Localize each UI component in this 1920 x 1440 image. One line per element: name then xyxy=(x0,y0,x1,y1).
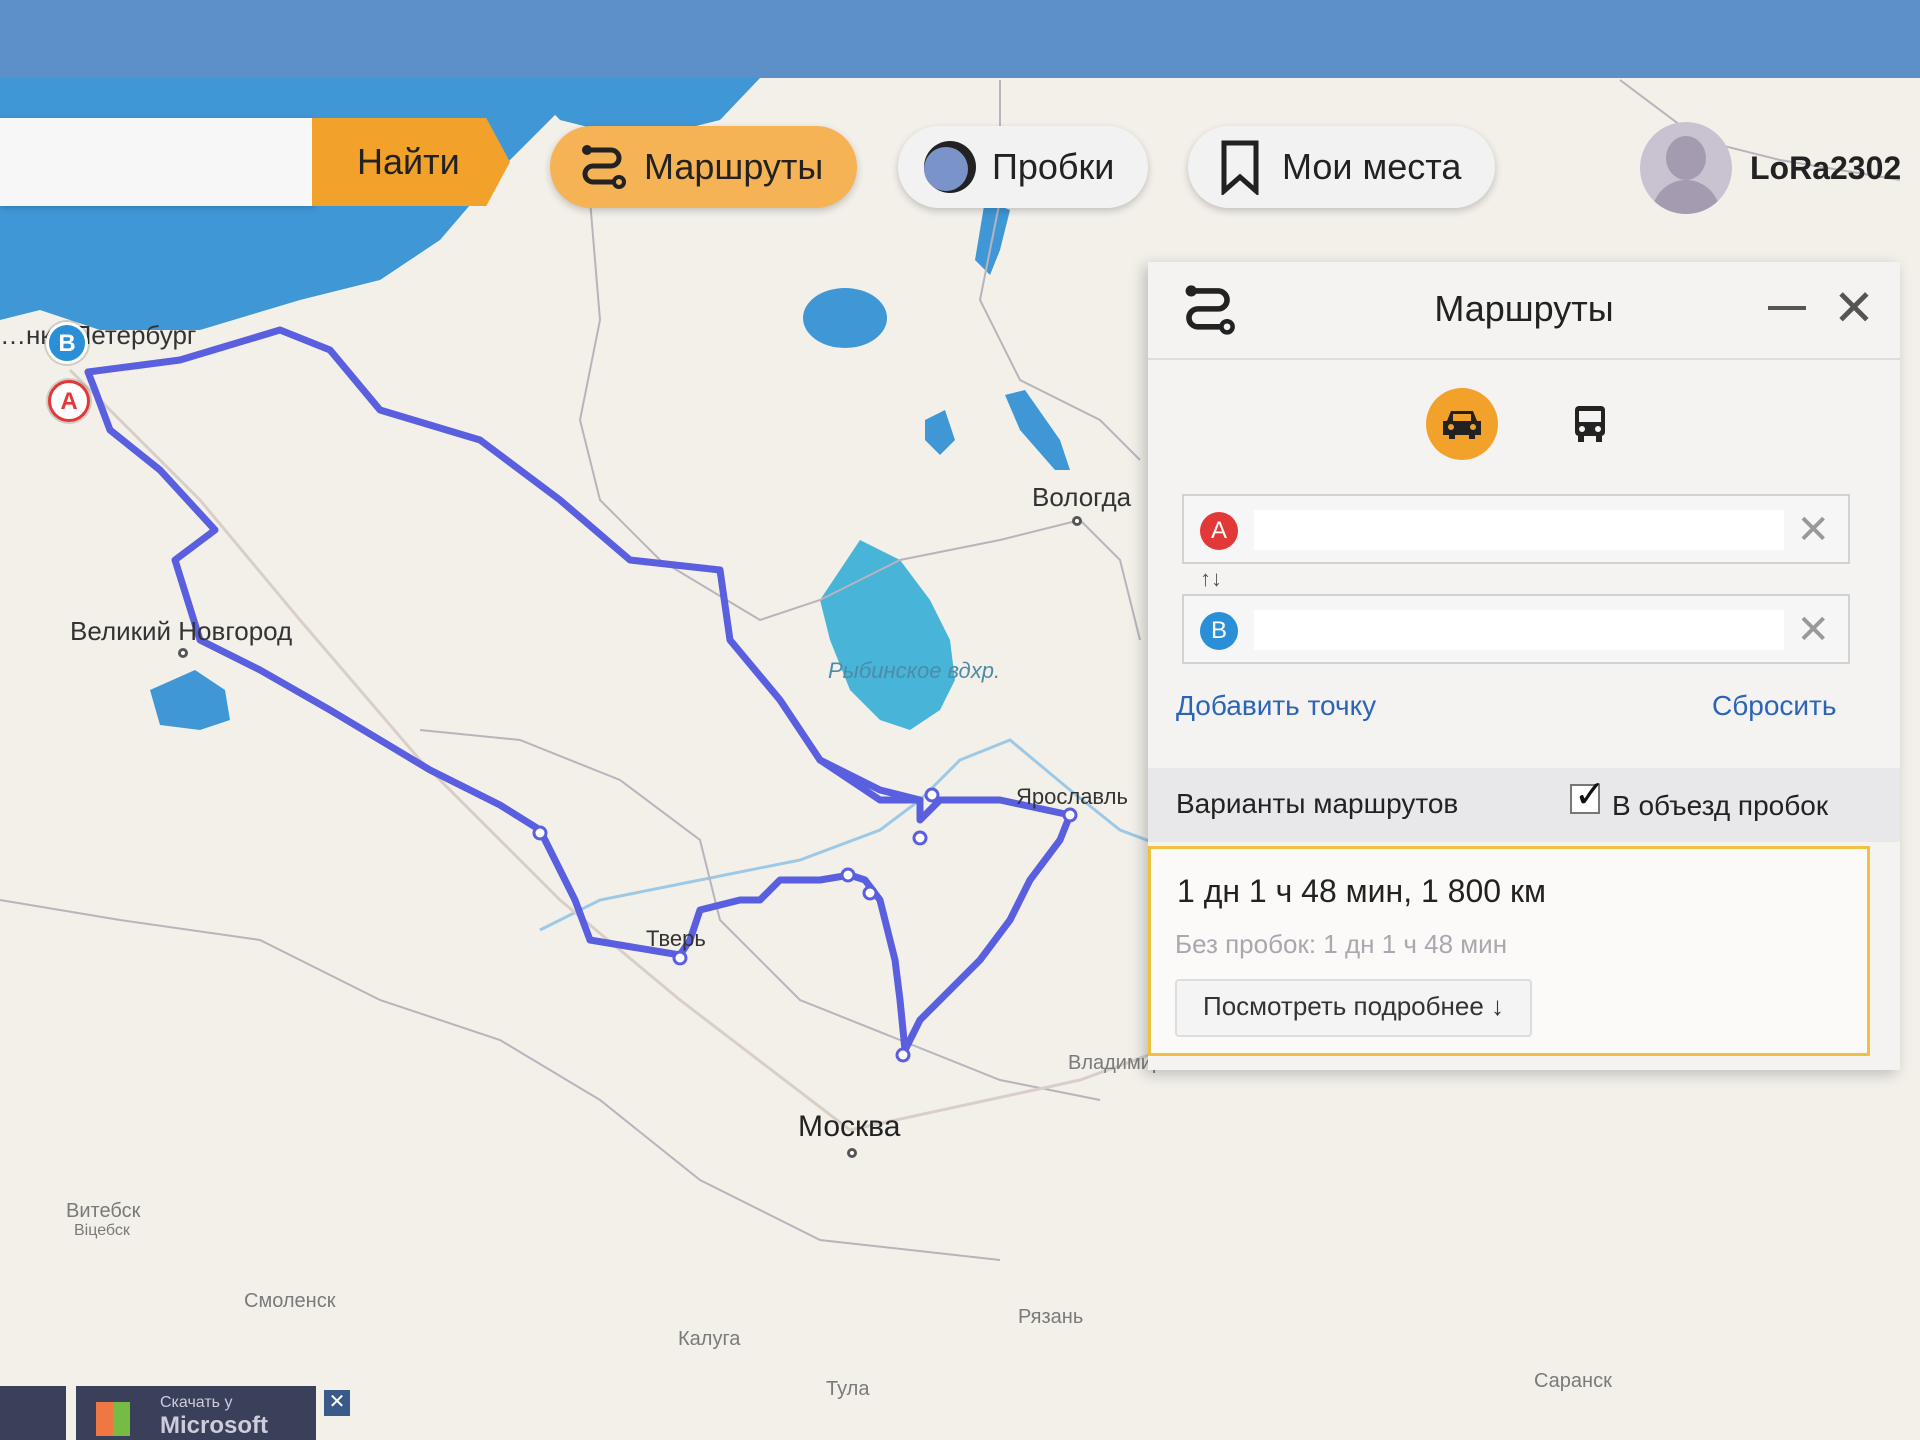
avoid-traffic-checkbox[interactable] xyxy=(1570,772,1606,817)
route-pin-a[interactable]: A xyxy=(48,380,90,422)
avoid-traffic-label[interactable]: В объезд пробок xyxy=(1612,790,1828,822)
route-summary: 1 дн 1 ч 48 мин, 1 800 км xyxy=(1177,873,1546,909)
point-b-marker: B xyxy=(1200,612,1238,650)
my-places-button[interactable]: Мои места xyxy=(1188,126,1496,208)
top-toolbar: Найти Маршруты Пробки Мои места LoRa2302 xyxy=(0,112,1920,222)
route-variants-label: Варианты маршрутов xyxy=(1176,788,1459,819)
windows-logo-icon xyxy=(96,1402,130,1436)
city-ryazan: Рязань xyxy=(1018,1306,1084,1328)
city-tver: Тверь xyxy=(646,926,706,951)
routes-button-label: Маршруты xyxy=(644,146,824,187)
route-variant-card[interactable]: 1 дн 1 ч 48 мин, 1 800 км Без пробок: 1 … xyxy=(1148,846,1870,1056)
banner-line2: Microsoft xyxy=(160,1412,268,1439)
route-variants-section: Варианты маршрутов В объезд пробок xyxy=(1148,768,1900,842)
routes-button[interactable]: Маршруты xyxy=(550,126,858,208)
reservoir-label: Рыбинское вдхр. xyxy=(828,658,1001,683)
car-mode-button[interactable] xyxy=(1426,388,1498,460)
point-b-input[interactable] xyxy=(1254,610,1784,650)
transit-mode-button[interactable] xyxy=(1556,390,1624,458)
point-b-field[interactable]: B ✕ xyxy=(1182,594,1850,664)
screen-top-band xyxy=(0,0,1920,78)
city-tula: Тула xyxy=(826,1378,870,1400)
city-vologda: Вологда xyxy=(1032,482,1132,512)
point-a-marker: A xyxy=(1200,512,1238,550)
panel-header: Маршруты ✕ xyxy=(1148,262,1900,360)
my-places-button-label: Мои места xyxy=(1282,146,1462,187)
city-dot-moscow xyxy=(847,1148,857,1158)
city-yaroslavl: Ярославль xyxy=(1016,784,1128,809)
reset-link[interactable]: Сбросить xyxy=(1712,690,1836,722)
route-no-traffic: Без пробок: 1 дн 1 ч 48 мин xyxy=(1175,929,1508,959)
user-menu[interactable]: LoRa2302 xyxy=(1640,122,1901,214)
username: LoRa2302 xyxy=(1750,149,1902,186)
clear-b-icon[interactable]: ✕ xyxy=(1796,608,1830,652)
car-icon xyxy=(1443,411,1481,439)
banner-close-icon[interactable]: ✕ xyxy=(324,1390,350,1416)
city-smolensk: Смоленск xyxy=(244,1290,336,1312)
details-button[interactable]: Посмотреть подробнее ↓ xyxy=(1175,979,1533,1037)
point-a-field[interactable]: A ✕ xyxy=(1182,494,1850,564)
city-moscow: Москва xyxy=(798,1110,901,1143)
lake-1 xyxy=(803,288,887,348)
city-dot-novgorod xyxy=(178,648,188,658)
traffic-icon xyxy=(922,139,978,195)
city-spb: …нкт-Петербург xyxy=(0,320,197,350)
city-novgorod: Великий Новгород xyxy=(70,616,293,646)
clear-a-icon[interactable]: ✕ xyxy=(1796,508,1830,552)
city-dot-vologda xyxy=(1072,516,1082,526)
close-icon[interactable]: ✕ xyxy=(1828,282,1880,334)
routes-panel: Маршруты ✕ A ✕ ↑↓ B ✕ Добавить точку Сбр… xyxy=(1148,262,1900,1070)
point-a-input[interactable] xyxy=(1254,510,1784,550)
bookmark-icon xyxy=(1212,139,1268,195)
traffic-button[interactable]: Пробки xyxy=(898,126,1149,208)
city-vitebsk: Витебск xyxy=(66,1200,141,1222)
search-input[interactable] xyxy=(0,118,315,206)
add-point-link[interactable]: Добавить точку xyxy=(1176,690,1376,722)
route-pin-b[interactable]: B xyxy=(46,322,88,364)
find-button[interactable]: Найти xyxy=(312,118,510,206)
bus-icon xyxy=(1575,406,1605,442)
city-kaluga: Калуга xyxy=(678,1328,741,1350)
city-saransk: Саранск xyxy=(1534,1370,1612,1392)
swap-points-icon[interactable]: ↑↓ xyxy=(1200,566,1222,592)
route-icon xyxy=(574,139,630,195)
minimize-icon[interactable] xyxy=(1768,306,1806,310)
traffic-button-label: Пробки xyxy=(992,146,1115,187)
banner-line1: Скачать у xyxy=(160,1394,233,1411)
city-vitebsk-by: Віцебск xyxy=(74,1222,130,1239)
avatar xyxy=(1640,122,1732,214)
microsoft-store-banner[interactable]: Скачать у Microsoft xyxy=(76,1386,316,1440)
bottom-left-widget[interactable] xyxy=(0,1386,66,1440)
